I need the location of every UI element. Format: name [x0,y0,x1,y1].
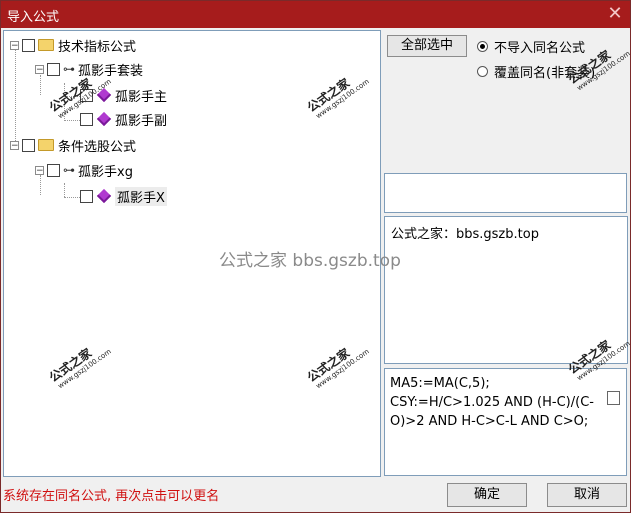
tree-item-label: 技术指标公式 [58,39,137,55]
folder-icon [38,139,54,151]
collapse-icon[interactable]: − [10,140,19,150]
tree-item-label: 孤影手副 [115,113,168,129]
ok-button[interactable]: 确定 [447,483,527,507]
tree-connector [15,49,16,143]
tree-connector [64,183,65,197]
cancel-button[interactable]: 取消 [547,483,627,507]
tree-item-folder[interactable]: − 技术指标公式 [10,35,136,55]
code-checkbox[interactable] [607,391,620,405]
info-text: 公式之家：bbs.gszb.top [391,227,539,242]
formula-code-text: MA5:=MA(C,5); CSY:=H/C>1.025 AND (H-C)/(… [390,376,594,429]
close-icon[interactable]: ✕ [604,3,626,25]
select-all-button[interactable]: 全部选中 [387,35,467,57]
import-formula-dialog: 导入公式 ✕ − 技术指标公式 − ⊶ 孤影手套装 孤影手主 孤影手副 − 条件… [0,0,631,513]
tree-item-set[interactable]: − ⊶ 孤影手xg [35,160,133,180]
dialog-title: 导入公式 [7,10,60,25]
title-bar: 导入公式 ✕ [1,1,630,28]
tree-item-formula[interactable]: 孤影手X [80,186,167,206]
radio-label: 不导入同名公式 [494,41,586,56]
collapse-icon[interactable]: − [35,165,44,175]
tree-checkbox[interactable] [47,163,60,177]
tree-checkbox[interactable] [22,38,35,52]
tree-checkbox[interactable] [80,189,93,203]
folder-icon [38,39,54,51]
preview-empty-box [384,173,627,213]
collapse-icon[interactable]: − [10,40,19,50]
radio-skip-same-name[interactable]: 不导入同名公式 [477,37,585,56]
tree-item-label: 条件选股公式 [58,139,137,155]
info-panel: 公式之家：bbs.gszb.top [384,216,628,364]
radio-selected-icon[interactable] [477,41,488,52]
status-message: 系统存在同名公式, 再次点击可以更名 [3,489,220,504]
key-icon: ⊶ [63,163,75,177]
tree-item-label: 孤影手X [115,186,167,206]
watermark-stamp: 公式之家 www.gszj100.com [46,345,113,391]
key-icon: ⊶ [63,62,75,76]
collapse-icon[interactable]: − [35,64,44,74]
center-watermark: 公式之家 bbs.gszb.top [219,251,401,271]
radio-unselected-icon[interactable] [477,66,488,77]
tree-item-label: 孤影手主 [115,89,168,105]
tree-item-formula[interactable]: 孤影手副 [80,109,167,129]
tree-item-label: 孤影手xg [78,164,133,180]
formula-gem-icon [96,188,112,204]
tree-checkbox[interactable] [22,138,35,152]
formula-gem-icon [96,111,112,127]
tree-checkbox[interactable] [80,112,93,126]
watermark-stamp: 公式之家 www.gszj100.com [304,345,371,391]
watermark-stamp: 公式之家 www.gszj100.com [304,75,371,121]
tree-checkbox[interactable] [47,62,60,76]
formula-code-panel[interactable]: MA5:=MA(C,5); CSY:=H/C>1.025 AND (H-C)/(… [384,368,627,476]
tree-item-folder[interactable]: − 条件选股公式 [10,135,136,155]
